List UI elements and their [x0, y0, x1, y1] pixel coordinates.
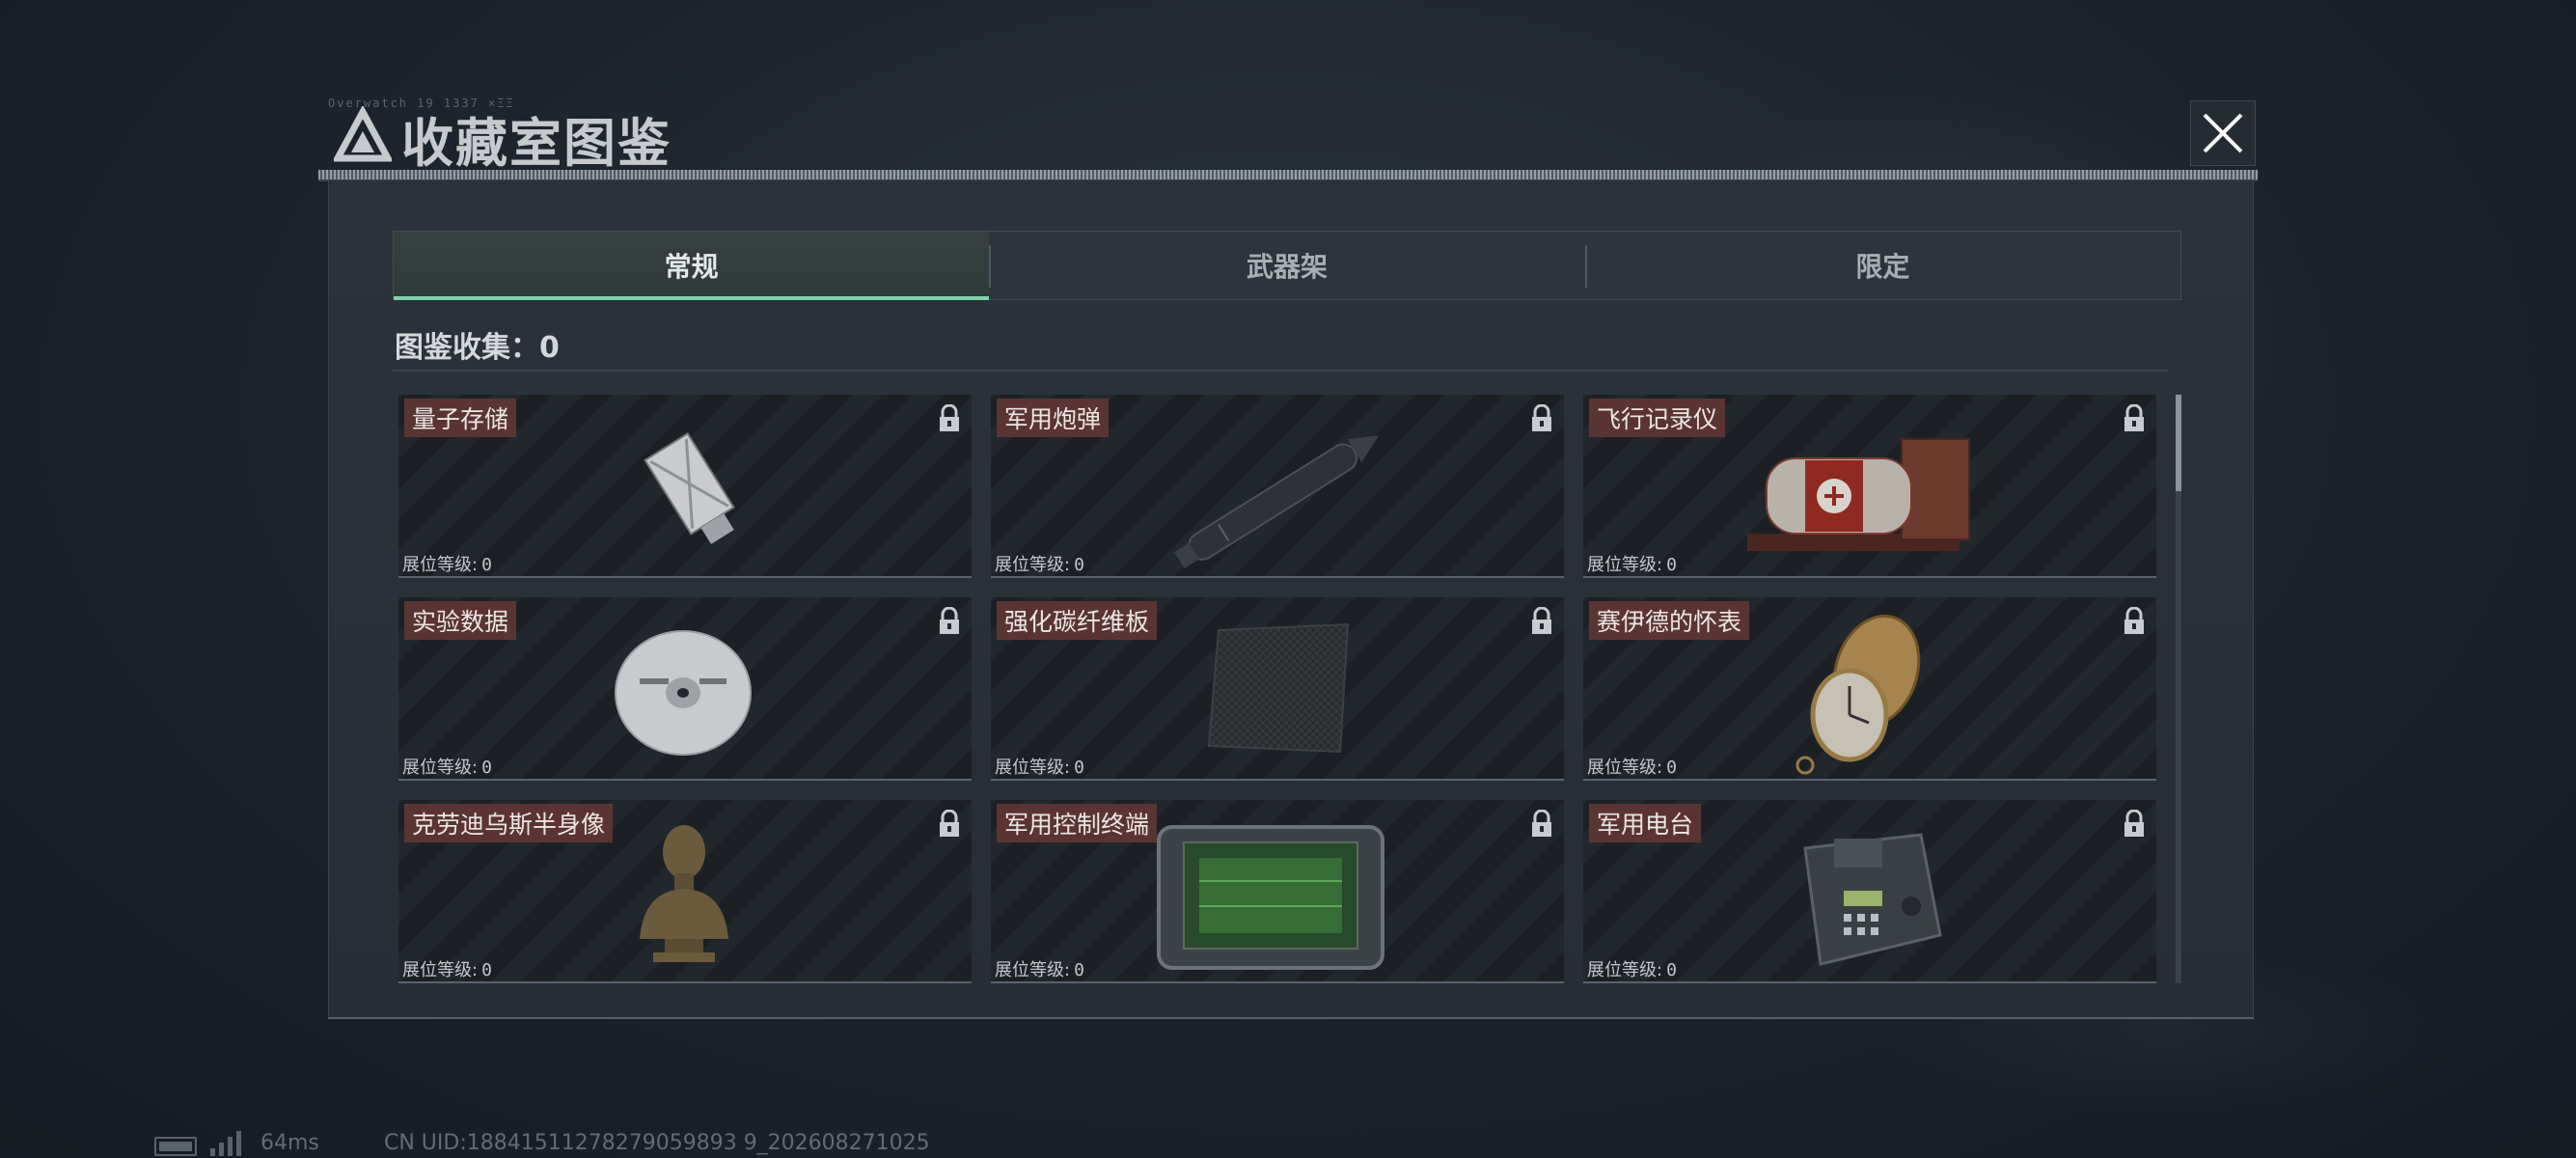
collection-number: 0: [539, 331, 560, 365]
display-level: 展位等级: 0: [995, 960, 1084, 980]
tab-limited[interactable]: 限定: [1584, 232, 2180, 299]
artillery-shell-icon: [1174, 435, 1380, 569]
usb-drive-icon: [644, 431, 735, 544]
item-name: 军用电台: [1589, 804, 1702, 842]
tab-weapon-rack[interactable]: 武器架: [989, 232, 1584, 299]
tab-regular[interactable]: 常规: [394, 232, 990, 300]
lock-icon: [2124, 404, 2144, 431]
collection-panel: 常规 武器架 限定 图鉴收集：0 量子存储 展位等级: 0 军用炮弹 展位等级:…: [328, 179, 2254, 1019]
display-level: 展位等级: 0: [1587, 555, 1677, 575]
user-uid: CN UID:18841511278279059893 9_2026082710…: [384, 1131, 930, 1155]
tab-label: 武器架: [1246, 251, 1328, 283]
display-level: 展位等级: 0: [402, 758, 492, 778]
lock-icon: [1532, 607, 1551, 634]
display-level: 展位等级: 0: [1587, 758, 1677, 778]
item-name: 量子存储: [404, 399, 517, 437]
lock-icon: [1532, 404, 1551, 431]
item-name: 克劳迪乌斯半身像: [404, 804, 614, 842]
carbon-plate-icon: [1207, 622, 1350, 754]
item-grid: 量子存储 展位等级: 0 军用炮弹 展位等级: 0 飞行记录仪 展位等级: 0 …: [398, 395, 2164, 999]
item-card-quantum-storage[interactable]: 量子存储 展位等级: 0: [398, 395, 972, 578]
display-level: 展位等级: 0: [402, 555, 492, 575]
scrollbar-thumb[interactable]: [2176, 395, 2181, 491]
lock-icon: [1532, 810, 1551, 837]
lock-icon: [940, 810, 959, 837]
item-card-military-control-terminal[interactable]: 军用控制终端 展位等级: 0: [991, 800, 1564, 983]
item-name: 强化碳纤维板: [997, 601, 1158, 640]
section-divider: [393, 370, 2168, 372]
item-card-carbon-fiber-plate[interactable]: 强化碳纤维板 展位等级: 0: [991, 597, 1564, 781]
radio-icon: [1803, 833, 1942, 966]
flight-recorder-icon: [1747, 438, 1970, 551]
ping-value: 64ms: [260, 1131, 319, 1155]
collection-count: 图鉴收集：0: [395, 323, 560, 366]
item-card-saeed-pocket-watch[interactable]: 赛伊德的怀表 展位等级: 0: [1583, 597, 2156, 781]
display-level: 展位等级: 0: [995, 555, 1084, 575]
display-level: 展位等级: 0: [402, 960, 492, 980]
display-level: 展位等级: 0: [995, 758, 1084, 778]
lock-icon: [2124, 810, 2144, 837]
tab-bar: 常规 武器架 限定: [393, 231, 2181, 300]
item-card-military-radio[interactable]: 军用电台 展位等级: 0: [1583, 800, 2156, 983]
disc-icon: [615, 630, 752, 756]
pocket-watch-icon: [1795, 614, 1921, 775]
display-level: 展位等级: 0: [1587, 960, 1677, 980]
bust-icon: [640, 825, 728, 962]
control-terminal-icon: [1157, 825, 1384, 970]
signal-icon: [210, 1131, 241, 1156]
tab-label: 限定: [1855, 251, 1910, 283]
lock-icon: [2124, 607, 2144, 634]
item-name: 赛伊德的怀表: [1589, 601, 1750, 640]
battery-icon: [154, 1137, 197, 1156]
item-name: 军用炮弹: [997, 399, 1110, 437]
item-card-experiment-data[interactable]: 实验数据 展位等级: 0: [398, 597, 972, 781]
item-name: 飞行记录仪: [1589, 399, 1726, 437]
collection-label: 图鉴收集：: [395, 331, 539, 365]
item-name: 实验数据: [404, 601, 517, 640]
item-card-flight-recorder[interactable]: 飞行记录仪 展位等级: 0: [1583, 395, 2156, 578]
header-divider: [318, 170, 2258, 179]
lock-icon: [940, 607, 959, 634]
page-title: 收藏室图鉴: [401, 113, 671, 174]
lock-icon: [940, 404, 959, 431]
item-card-military-shell[interactable]: 军用炮弹 展位等级: 0: [991, 395, 1564, 578]
close-icon: [2203, 113, 2243, 153]
dialog-header: Overwatch 19 1337 ×ΞΞ 收藏室图鉴: [318, 96, 2258, 183]
triangle-logo-icon: [334, 106, 392, 162]
tab-label: 常规: [664, 251, 719, 283]
close-button[interactable]: [2190, 100, 2256, 166]
item-name: 军用控制终端: [997, 804, 1158, 842]
item-card-claudius-bust[interactable]: 克劳迪乌斯半身像 展位等级: 0: [398, 800, 972, 983]
